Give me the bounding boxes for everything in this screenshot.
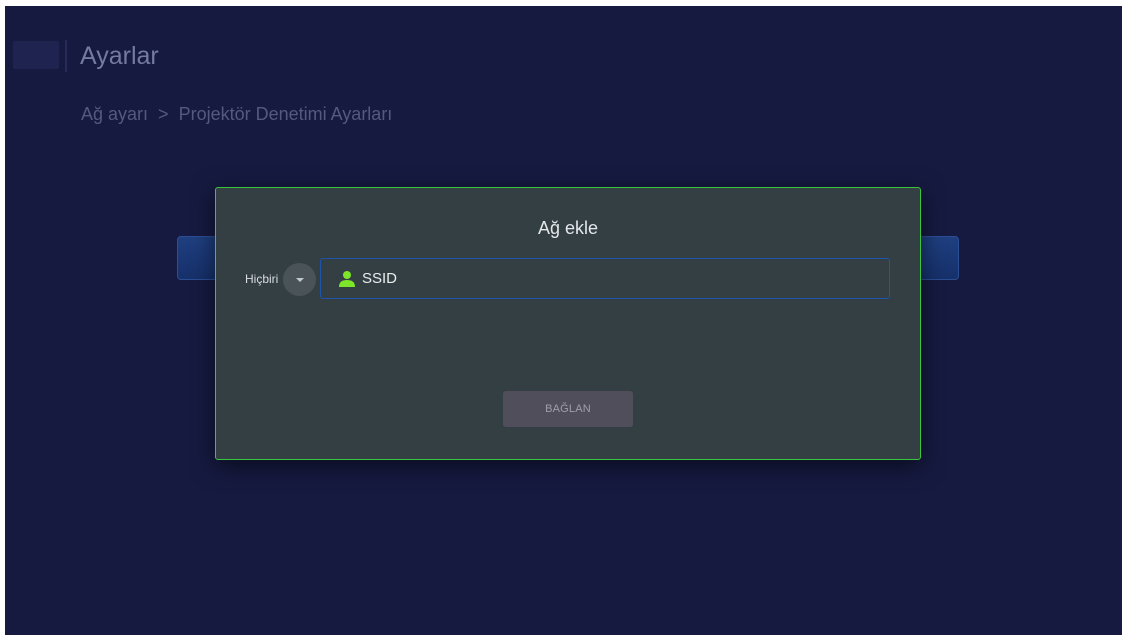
ssid-field[interactable] [320,258,890,299]
security-type-label[interactable]: Hiçbiri [245,272,278,286]
security-dropdown-button[interactable] [283,263,316,296]
connect-button[interactable]: BAĞLAN [503,391,633,427]
title-divider [65,40,67,72]
settings-screen: Ayarlar Ağ ayarı > Projektör Denetimi Ay… [5,6,1122,635]
add-network-dialog: Ağ ekle Hiçbiri BAĞLAN [215,187,921,460]
breadcrumb-current: Projektör Denetimi Ayarları [178,104,393,124]
ssid-input[interactable] [362,270,862,287]
dialog-title: Ağ ekle [537,218,599,238]
app-logo [13,41,59,69]
breadcrumb: Ağ ayarı > Projektör Denetimi Ayarları [81,104,392,125]
page-title: Ayarlar [80,42,159,70]
breadcrumb-parent: Ağ ayarı [81,104,149,124]
user-icon [339,270,355,287]
breadcrumb-separator: > [158,104,169,124]
chevron-down-icon [295,277,304,282]
